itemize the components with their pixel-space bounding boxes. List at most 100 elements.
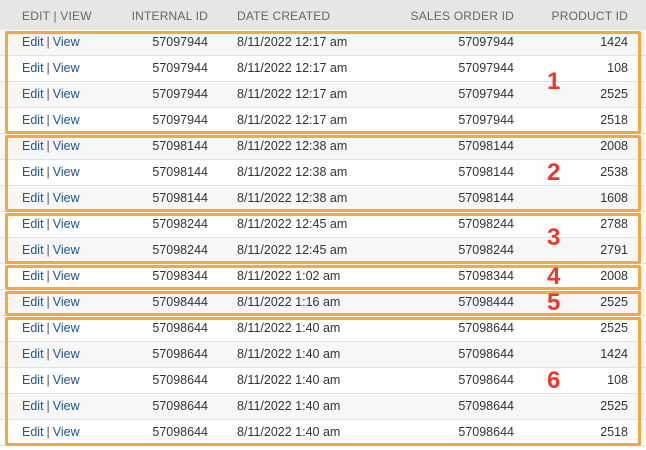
table-row: Edit | View 57098244 8/11/2022 12:45 am 57098… [0,238,646,264]
link-separator: | [46,373,50,387]
product-id-cell: 2788 [600,217,628,231]
internal-id-cell: 57098644 [152,321,208,335]
view-link[interactable]: View [53,269,80,283]
edit-link[interactable]: Edit [22,191,44,205]
edit-link[interactable]: Edit [22,399,44,413]
edit-view-links: Edit | View [22,217,80,231]
table-row: Edit | View 57097944 8/11/2022 12:17 am 57097… [0,82,646,108]
table-row: Edit | View 57098144 8/11/2022 12:38 am 57098… [0,160,646,186]
edit-view-links: Edit | View [22,347,80,361]
sales-order-id-cell: 57098644 [458,425,514,439]
table-header: EDIT | VIEW INTERNAL ID DATE CREATED SAL… [0,0,646,31]
sales-order-id-cell: 57098144 [458,165,514,179]
view-link[interactable]: View [53,347,80,361]
edit-link[interactable]: Edit [22,347,44,361]
date-created-cell: 8/11/2022 1:40 am [237,425,341,439]
edit-view-links: Edit | View [22,113,80,127]
edit-view-links: Edit | View [22,269,80,283]
column-header-date-created[interactable]: DATE CREATED [237,9,330,23]
internal-id-cell: 57097944 [152,35,208,49]
sales-order-id-cell: 57098144 [458,191,514,205]
view-link[interactable]: View [53,243,80,257]
date-created-cell: 8/11/2022 12:17 am [237,113,348,127]
edit-link[interactable]: Edit [22,217,44,231]
edit-link[interactable]: Edit [22,139,44,153]
edit-view-links: Edit | View [22,425,80,439]
view-link[interactable]: View [53,321,80,335]
sales-order-id-cell: 57098244 [458,243,514,257]
edit-link[interactable]: Edit [22,35,44,49]
link-separator: | [46,191,50,205]
edit-link[interactable]: Edit [22,61,44,75]
edit-link[interactable]: Edit [22,295,44,309]
view-link[interactable]: View [53,113,80,127]
date-created-cell: 8/11/2022 1:40 am [237,321,341,335]
link-separator: | [46,321,50,335]
link-separator: | [46,269,50,283]
edit-link[interactable]: Edit [22,165,44,179]
date-created-cell: 8/11/2022 12:17 am [237,35,348,49]
table-row: Edit | View 57098344 8/11/2022 1:02 am 570983… [0,264,646,290]
product-id-cell: 2008 [600,269,628,283]
edit-link[interactable]: Edit [22,373,44,387]
view-link[interactable]: View [53,295,80,309]
internal-id-cell: 57098444 [152,295,208,309]
table-row: Edit | View 57097944 8/11/2022 12:17 am 57097… [0,30,646,56]
view-link[interactable]: View [53,425,80,439]
internal-id-cell: 57098644 [152,347,208,361]
view-link[interactable]: View [53,165,80,179]
table-row: Edit | View 57098644 8/11/2022 1:40 am 570986… [0,316,646,342]
sales-order-id-cell: 57098644 [458,399,514,413]
product-id-cell: 2791 [600,243,628,257]
edit-link[interactable]: Edit [22,243,44,257]
view-link[interactable]: View [53,87,80,101]
view-link[interactable]: View [53,399,80,413]
sales-order-id-cell: 57097944 [458,35,514,49]
column-header-internal-id[interactable]: INTERNAL ID [132,9,208,23]
sales-order-id-cell: 57098644 [458,321,514,335]
date-created-cell: 8/11/2022 1:02 am [237,269,341,283]
product-id-cell: 2525 [600,87,628,101]
view-link[interactable]: View [53,217,80,231]
product-id-cell: 2518 [600,425,628,439]
view-link[interactable]: View [53,373,80,387]
internal-id-cell: 57098144 [152,165,208,179]
edit-link[interactable]: Edit [22,87,44,101]
edit-view-links: Edit | View [22,35,80,49]
product-id-cell: 1424 [600,35,628,49]
link-separator: | [46,139,50,153]
sales-order-id-cell: 57098344 [458,269,514,283]
edit-link[interactable]: Edit [22,425,44,439]
link-separator: | [46,217,50,231]
product-id-cell: 2008 [600,139,628,153]
link-separator: | [46,399,50,413]
edit-link[interactable]: Edit [22,269,44,283]
link-separator: | [46,87,50,101]
sales-order-id-cell: 57098444 [458,295,514,309]
table-row: Edit | View 57097944 8/11/2022 12:17 am 57097… [0,108,646,134]
view-link[interactable]: View [53,191,80,205]
internal-id-cell: 57098144 [152,139,208,153]
sales-order-id-cell: 57097944 [458,113,514,127]
internal-id-cell: 57097944 [152,87,208,101]
date-created-cell: 8/11/2022 12:17 am [237,61,348,75]
edit-view-links: Edit | View [22,243,80,257]
table-row: Edit | View 57098244 8/11/2022 12:45 am 57098… [0,212,646,238]
column-header-sales-order-id[interactable]: SALES ORDER ID [411,9,515,23]
edit-view-links: Edit | View [22,139,80,153]
date-created-cell: 8/11/2022 12:38 am [237,139,348,153]
link-separator: | [46,295,50,309]
view-link[interactable]: View [53,139,80,153]
view-link[interactable]: View [53,61,80,75]
internal-id-cell: 57098344 [152,269,208,283]
link-separator: | [46,243,50,257]
internal-id-cell: 57098644 [152,425,208,439]
table-row: Edit | View 57098644 8/11/2022 1:40 am 570986… [0,368,646,394]
column-header-product-id[interactable]: PRODUCT ID [552,9,628,23]
edit-link[interactable]: Edit [22,321,44,335]
column-header-edit-view: EDIT | VIEW [22,9,92,23]
product-id-cell: 108 [607,373,628,387]
edit-link[interactable]: Edit [22,113,44,127]
table-row: Edit | View 57098444 8/11/2022 1:16 am 570984… [0,290,646,316]
view-link[interactable]: View [53,35,80,49]
